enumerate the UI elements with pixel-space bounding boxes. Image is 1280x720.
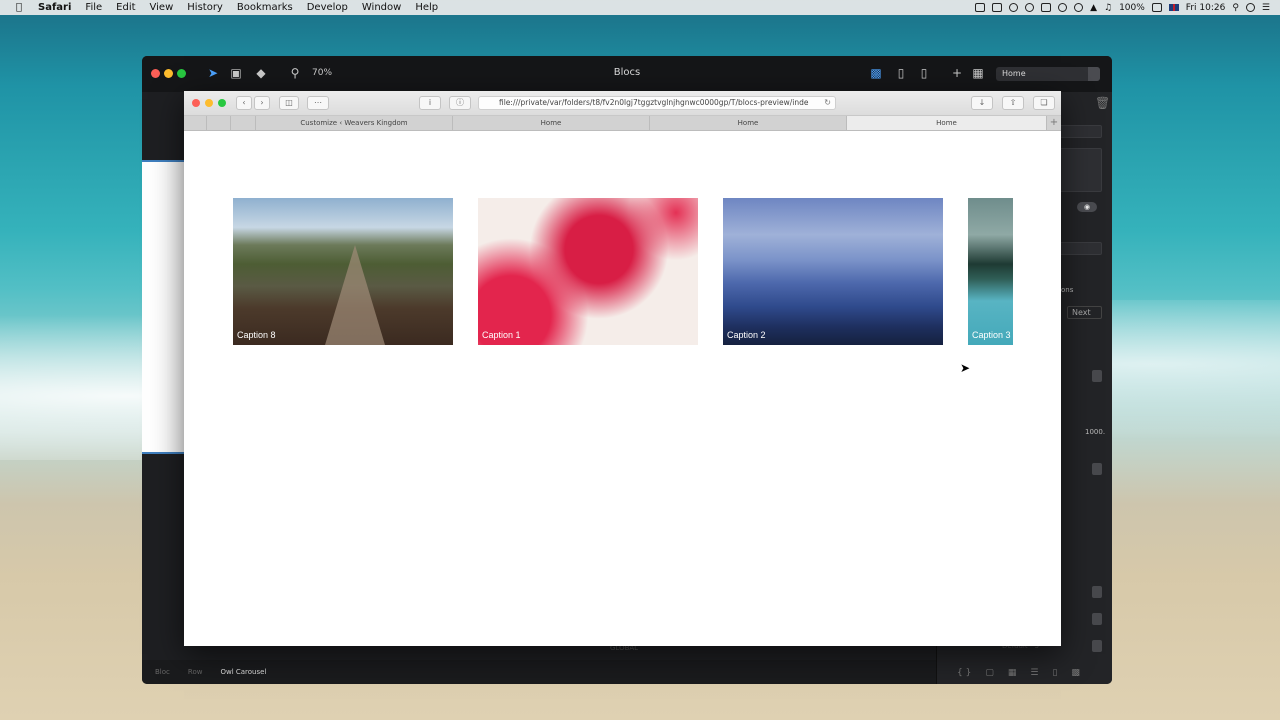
columns-icon[interactable]: ▩ <box>1071 668 1080 678</box>
safari-close-button[interactable] <box>192 99 200 107</box>
tablet-view-icon[interactable]: ▯ <box>894 66 908 80</box>
display-icon[interactable] <box>1041 3 1052 12</box>
spotlight-search-icon[interactable]: ⚲ <box>1232 3 1239 13</box>
slide-caption: Caption 8 <box>237 330 276 340</box>
safari-toolbar: ‹ › ◫ ⋯ i ⓘ file:///private/var/folders/… <box>184 91 1061 116</box>
battery-percent[interactable]: 100% <box>1119 3 1145 13</box>
stepper-3[interactable] <box>1092 586 1102 598</box>
menu-app-name[interactable]: Safari <box>38 2 71 13</box>
slide-caption: Caption 1 <box>482 330 521 340</box>
pinned-tab-3[interactable] <box>231 116 256 130</box>
info-icon[interactable] <box>1009 3 1019 12</box>
battery-icon[interactable] <box>1151 3 1162 12</box>
menu-develop[interactable]: Develop <box>307 2 348 13</box>
stepper-2[interactable] <box>1092 463 1102 475</box>
tab-customize[interactable]: Customize ‹ Weavers Kingdom <box>256 116 453 130</box>
tabs-overview-icon[interactable]: ❏ <box>1033 96 1055 110</box>
menu-window[interactable]: Window <box>362 2 401 13</box>
grid-layout-icon[interactable]: ▦ <box>1008 668 1017 678</box>
top-sites-icon[interactable]: ⋯ <box>307 96 329 110</box>
menu-history[interactable]: History <box>187 2 223 13</box>
safari-zoom-button[interactable] <box>218 99 226 107</box>
trash-icon[interactable]: 🗑 <box>1095 96 1110 110</box>
railway-image <box>325 245 386 345</box>
privacy-icon[interactable]: ⓘ <box>449 96 471 110</box>
clock[interactable]: Fri 10:26 <box>1186 3 1226 13</box>
layout-icon[interactable]: ▢ <box>985 668 994 678</box>
grid-icon[interactable]: ▦ <box>971 66 985 80</box>
blocs-titlebar: ➤ ▣ ◆ ⚲ 70% Blocs ▩ ▯ ▯ + ▦ Home <box>142 56 1112 92</box>
code-icon[interactable]: { } <box>957 668 971 678</box>
add-icon[interactable]: + <box>950 66 964 80</box>
tab-home-2[interactable]: Home <box>650 116 847 130</box>
page-icon[interactable]: ▯ <box>1052 668 1057 678</box>
options-label: ons <box>1061 286 1074 294</box>
safari-tab-bar: Customize ‹ Weavers Kingdom Home Home Ho… <box>184 116 1061 131</box>
carousel-slide[interactable]: Caption 2 <box>723 198 943 345</box>
menu-view[interactable]: View <box>150 2 174 13</box>
menu-edit[interactable]: Edit <box>116 2 135 13</box>
downloads-icon[interactable]: ↓ <box>971 96 993 110</box>
slide-caption: Caption 3 <box>972 330 1011 340</box>
tab-home-1[interactable]: Home <box>453 116 650 130</box>
inspector-tabs: { } ▢ ▦ ☰ ▯ ▩ <box>957 668 1080 678</box>
reload-icon[interactable]: ↻ <box>824 97 831 109</box>
canvas-preview-edge <box>142 160 184 454</box>
pinned-tab-1[interactable] <box>184 116 207 130</box>
volume-icon[interactable]: ♫ <box>1104 3 1112 13</box>
menu-help[interactable]: Help <box>415 2 438 13</box>
notification-center-icon[interactable]: ☰ <box>1262 3 1270 13</box>
share-icon[interactable]: ⇧ <box>1002 96 1024 110</box>
input-source-flag-icon[interactable] <box>1168 4 1179 11</box>
wifi-icon[interactable]: ▲ <box>1090 3 1097 13</box>
page-content: Caption 8 Caption 1 Caption 2 Caption 3 <box>184 132 1061 646</box>
calendar-icon[interactable] <box>992 3 1003 12</box>
dropbox-icon[interactable] <box>1025 3 1035 12</box>
blocs-title: Blocs <box>613 67 641 78</box>
breadcrumb-bloc[interactable]: Bloc <box>155 668 170 676</box>
address-bar[interactable]: file:///private/var/folders/t8/fv2n0lgj7… <box>478 96 836 110</box>
slide-caption: Caption 2 <box>727 330 766 340</box>
safari-window: ‹ › ◫ ⋯ i ⓘ file:///private/var/folders/… <box>184 91 1061 646</box>
reader-info-icon[interactable]: i <box>419 96 441 110</box>
breadcrumb-owl-carousel[interactable]: Owl Carousel <box>220 668 266 676</box>
bluetooth-icon[interactable] <box>1074 3 1084 12</box>
tab-home-active[interactable]: Home <box>847 116 1047 130</box>
stepper-1[interactable] <box>1092 370 1102 382</box>
carousel-slide[interactable]: Caption 3 <box>968 198 1013 345</box>
desktop-view-icon[interactable]: ▩ <box>869 66 883 80</box>
menu-bookmarks[interactable]: Bookmarks <box>237 2 293 13</box>
page-select[interactable]: Home <box>996 67 1100 81</box>
list-icon[interactable]: ☰ <box>1030 668 1038 678</box>
siri-icon[interactable] <box>1245 3 1255 12</box>
menu-file[interactable]: File <box>85 2 102 13</box>
new-tab-button[interactable]: + <box>1047 116 1061 130</box>
pinned-tab-2[interactable] <box>207 116 231 130</box>
status-area: ▲ ♫ 100% Fri 10:26 ⚲ ☰ <box>975 0 1270 15</box>
chevron-down-icon <box>1088 67 1100 81</box>
screen-record-icon[interactable] <box>975 3 986 12</box>
time-machine-icon[interactable] <box>1058 3 1068 12</box>
url-text: file:///private/var/folders/t8/fv2n0lgj7… <box>499 98 809 107</box>
breadcrumb-row[interactable]: Row <box>188 668 203 676</box>
stepper-5[interactable] <box>1092 640 1102 652</box>
mobile-view-icon[interactable]: ▯ <box>917 66 931 80</box>
forward-button[interactable]: › <box>254 96 270 110</box>
bloc-breadcrumb-bar: Bloc Row Owl Carousel GLOBAL <box>142 644 936 684</box>
back-button[interactable]: ‹ <box>236 96 252 110</box>
stepper-4[interactable] <box>1092 613 1102 625</box>
carousel-slide[interactable]: Caption 1 <box>478 198 698 345</box>
apple-icon[interactable]:  <box>12 2 26 13</box>
sidebar-icon[interactable]: ◫ <box>279 96 299 110</box>
menu-bar:  Safari File Edit View History Bookmark… <box>0 0 1280 15</box>
next-button[interactable]: Next <box>1067 306 1102 319</box>
carousel-slide[interactable]: Caption 8 <box>233 198 453 345</box>
visibility-eye-icon[interactable]: ◉ <box>1077 202 1097 212</box>
page-select-value: Home <box>1002 69 1026 78</box>
slider-value: 1000. <box>1085 428 1106 436</box>
safari-minimize-button[interactable] <box>205 99 213 107</box>
